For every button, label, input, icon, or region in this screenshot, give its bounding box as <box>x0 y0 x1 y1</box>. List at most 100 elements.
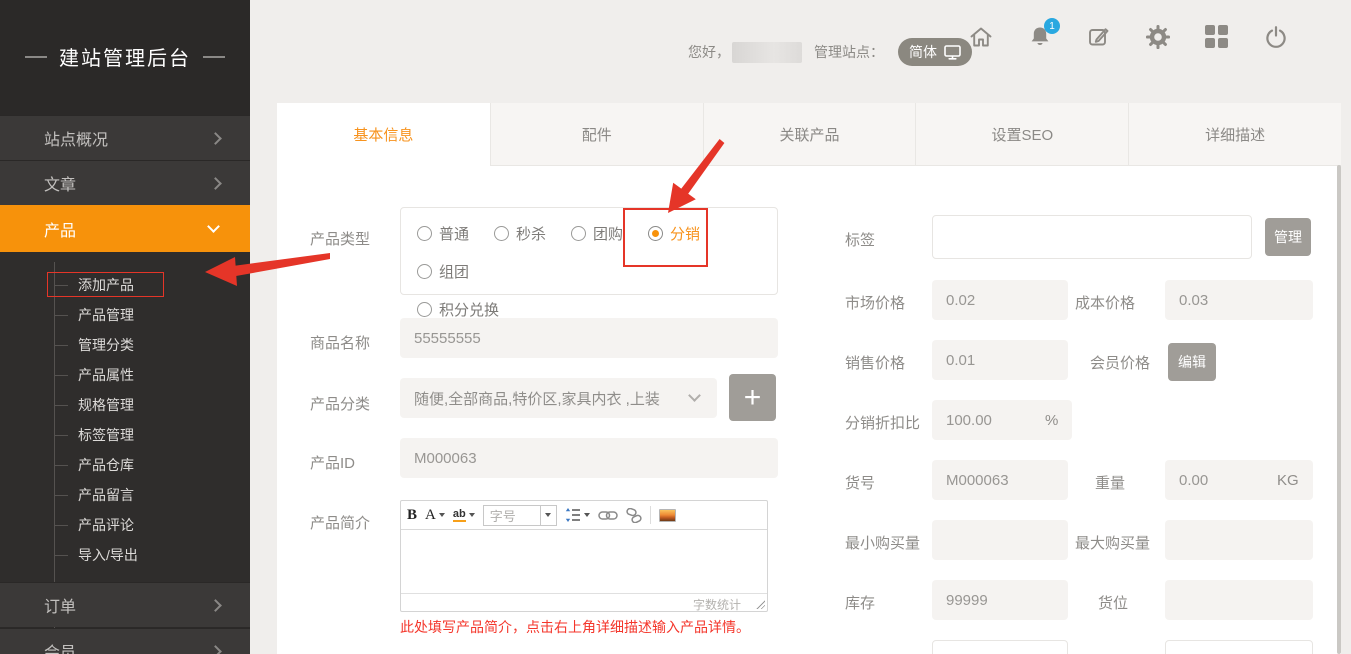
tab-detail-desc[interactable]: 详细描述 <box>1128 103 1341 166</box>
submenu-spec-manage[interactable]: 规格管理 <box>0 390 250 420</box>
item-number-label: 货号 <box>845 472 875 493</box>
chevron-right-icon <box>209 132 222 145</box>
tags-input[interactable] <box>932 215 1252 259</box>
greeting-text: 您好， <box>688 42 730 62</box>
add-category-button[interactable]: + <box>729 374 776 421</box>
submenu-category-manage[interactable]: 管理分类 <box>0 330 250 360</box>
product-type-group: 普通 秒杀 团购 分销 组团 积分兑换 <box>400 207 778 295</box>
sidebar: 建站管理后台 站点概况 文章 产品 添加产品 产品管理 管理分类 产品属性 规格… <box>0 0 250 654</box>
sidebar-item-orders[interactable]: 订单 <box>0 582 250 627</box>
radio-group-buy[interactable]: 团购 <box>571 223 623 244</box>
intro-hint-text: 此处填写产品简介，点击右上角详细描述输入产品详情。 <box>400 617 750 637</box>
product-name-input[interactable] <box>400 318 778 358</box>
tab-basic-info[interactable]: 基本信息 <box>277 103 490 166</box>
min-purchase-input[interactable] <box>932 520 1068 560</box>
submenu-product-attrs[interactable]: 产品属性 <box>0 360 250 390</box>
manage-tags-button[interactable]: 管理 <box>1265 218 1311 256</box>
toolbar-separator <box>650 506 651 524</box>
font-size-select[interactable]: 字号 <box>483 505 557 526</box>
radio-normal[interactable]: 普通 <box>417 223 469 244</box>
member-price-label: 会员价格 <box>1090 352 1150 373</box>
submenu-product-warehouse[interactable]: 产品仓库 <box>0 450 250 480</box>
chevron-right-icon <box>209 645 222 654</box>
submenu-product-reviews[interactable]: 产品评论 <box>0 510 250 540</box>
bell-icon[interactable]: 1 <box>1027 24 1053 50</box>
tab-accessories[interactable]: 配件 <box>490 103 703 166</box>
radio-selected-icon <box>648 226 663 241</box>
bold-icon[interactable]: B <box>407 507 417 524</box>
title-dash-left <box>25 56 47 58</box>
edit-icon[interactable] <box>1086 24 1112 50</box>
item-number-input[interactable] <box>932 460 1068 500</box>
submenu-product-messages[interactable]: 产品留言 <box>0 480 250 510</box>
apps-grid-icon[interactable] <box>1204 24 1230 50</box>
chevron-down-icon <box>207 220 220 233</box>
resize-handle-icon[interactable] <box>755 599 765 609</box>
monitor-icon <box>944 45 961 60</box>
app-title-text: 建站管理后台 <box>59 42 191 71</box>
radio-group-team[interactable]: 组团 <box>417 261 469 282</box>
editor-body[interactable] <box>401 530 767 593</box>
insert-image-icon[interactable] <box>659 509 676 522</box>
link-icon[interactable] <box>598 509 618 522</box>
word-count-label: 字数统计 <box>693 596 741 613</box>
sale-price-input[interactable] <box>932 340 1068 380</box>
extra-input-right[interactable] <box>1165 640 1313 654</box>
product-category-label: 产品分类 <box>310 393 370 414</box>
sidebar-item-articles[interactable]: 文章 <box>0 160 250 205</box>
sidebar-item-label: 站点概况 <box>44 126 108 150</box>
rich-text-editor: B A ab 字号 <box>400 500 768 612</box>
product-name-label: 商品名称 <box>310 332 370 353</box>
submenu-import-export[interactable]: 导入/导出 <box>0 540 250 570</box>
product-type-label: 产品类型 <box>310 228 370 249</box>
tab-related-products[interactable]: 关联产品 <box>703 103 916 166</box>
location-label: 货位 <box>1098 592 1128 613</box>
manage-site-label: 管理站点： <box>814 42 884 62</box>
chevron-right-icon <box>209 599 222 612</box>
products-submenu: 添加产品 产品管理 管理分类 产品属性 规格管理 标签管理 产品仓库 产品留言 … <box>0 252 250 582</box>
font-color-icon[interactable]: A <box>425 507 445 524</box>
highlight-icon[interactable]: ab <box>453 508 475 522</box>
power-icon[interactable] <box>1263 24 1289 50</box>
submenu-tag-manage[interactable]: 标签管理 <box>0 420 250 450</box>
sidebar-item-members[interactable]: 会员 <box>0 628 250 654</box>
title-dash-right <box>203 56 225 58</box>
chevron-down-icon <box>688 389 701 402</box>
tab-seo-settings[interactable]: 设置SEO <box>915 103 1128 166</box>
sidebar-item-site-overview[interactable]: 站点概况 <box>0 115 250 160</box>
sale-price-label: 销售价格 <box>845 352 905 373</box>
submenu-add-product[interactable]: 添加产品 <box>0 270 250 300</box>
sidebar-item-label: 产品 <box>44 217 76 241</box>
sidebar-item-products[interactable]: 产品 <box>0 205 250 252</box>
unlink-icon[interactable] <box>626 508 642 523</box>
app-title: 建站管理后台 <box>0 42 250 71</box>
radio-icon <box>417 264 432 279</box>
market-price-label: 市场价格 <box>845 292 905 313</box>
location-input[interactable] <box>1165 580 1313 620</box>
content-panel: 基本信息 配件 关联产品 设置SEO 详细描述 产品类型 普通 秒杀 团购 分销… <box>277 103 1341 654</box>
editor-toolbar: B A ab 字号 <box>401 501 767 530</box>
cost-price-input[interactable] <box>1165 280 1313 320</box>
category-select[interactable]: 随便,全部商品,特价区,家具内衣 ,上装 <box>400 378 717 418</box>
market-price-input[interactable] <box>932 280 1068 320</box>
product-id-input[interactable] <box>400 438 778 478</box>
extra-input-left[interactable] <box>932 640 1068 654</box>
min-purchase-label: 最小购买量 <box>845 532 920 553</box>
line-height-icon[interactable] <box>565 507 590 523</box>
radio-icon <box>494 226 509 241</box>
max-purchase-input[interactable] <box>1165 520 1313 560</box>
radio-icon <box>417 226 432 241</box>
language-switch-button[interactable]: 简体 <box>898 38 972 66</box>
edit-member-price-button[interactable]: 编辑 <box>1168 343 1216 381</box>
vertical-scrollbar[interactable] <box>1337 165 1341 654</box>
stock-input[interactable] <box>932 580 1068 620</box>
notification-badge: 1 <box>1044 18 1060 34</box>
radio-points-exchange[interactable]: 积分兑换 <box>417 299 777 320</box>
radio-distribution[interactable]: 分销 <box>648 223 700 244</box>
submenu-product-manage[interactable]: 产品管理 <box>0 300 250 330</box>
gear-icon[interactable] <box>1145 24 1171 50</box>
weight-label: 重量 <box>1095 472 1125 493</box>
home-icon[interactable] <box>968 24 994 50</box>
chevron-down-icon <box>540 506 556 525</box>
radio-flash-sale[interactable]: 秒杀 <box>494 223 546 244</box>
